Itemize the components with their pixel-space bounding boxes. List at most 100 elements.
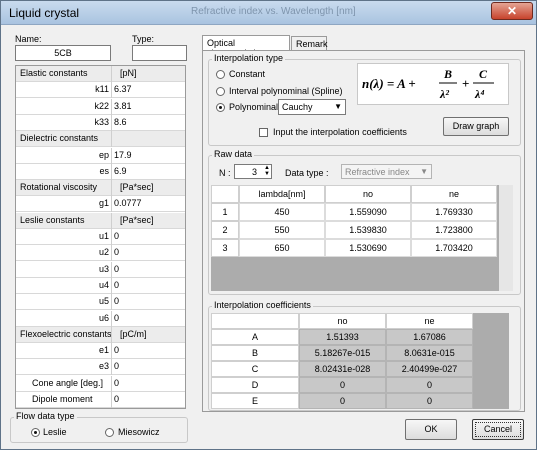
- table-cell[interactable]: 650: [239, 239, 325, 257]
- coefficient-cell[interactable]: 0: [386, 377, 473, 393]
- leslie-radio[interactable]: [31, 428, 40, 437]
- row-header[interactable]: 1: [211, 203, 239, 221]
- ok-button[interactable]: OK: [405, 419, 457, 440]
- close-button[interactable]: ✕: [491, 2, 533, 20]
- parameter-value[interactable]: 0.0777: [114, 198, 142, 208]
- coefficient-cell[interactable]: 1.67086: [386, 329, 473, 345]
- parameter-group-label: Flexoelectric constants: [20, 328, 112, 339]
- parameter-row[interactable]: u1 0: [16, 229, 185, 245]
- row-header[interactable]: 3: [211, 239, 239, 257]
- table-cell[interactable]: 1.723800: [411, 221, 497, 239]
- table-cell[interactable]: 1.539830: [325, 221, 411, 239]
- parameter-value[interactable]: 0: [114, 296, 119, 306]
- raw-data-scroll-area[interactable]: [499, 185, 513, 291]
- coefficient-cell[interactable]: 8.0631e-015: [386, 345, 473, 361]
- polynominal-model-select[interactable]: Cauchy ▼: [278, 99, 346, 115]
- column-header[interactable]: no: [325, 185, 411, 203]
- coefficient-cell[interactable]: 5.18267e-015: [299, 345, 386, 361]
- parameter-value[interactable]: 0: [114, 264, 119, 274]
- coefficient-cell[interactable]: 8.02431e-028: [299, 361, 386, 377]
- spinner-up-down-icon[interactable]: ▲ ▼: [264, 165, 270, 177]
- parameter-row[interactable]: u3 0: [16, 261, 185, 278]
- parameter-value[interactable]: 0: [114, 345, 119, 355]
- miesowicz-label: Miesowicz: [118, 427, 160, 437]
- parameter-row[interactable]: u4 0: [16, 277, 185, 294]
- parameter-row[interactable]: es 6.9: [16, 163, 185, 180]
- table-cell[interactable]: 1.530690: [325, 239, 411, 257]
- coefficient-cell[interactable]: 0: [386, 393, 473, 409]
- parameter-row[interactable]: k22 3.81: [16, 98, 185, 115]
- parameter-unit: [pN]: [120, 68, 137, 78]
- column-divider: [111, 131, 112, 148]
- row-header[interactable]: 2: [211, 221, 239, 239]
- parameter-value[interactable]: 0: [114, 247, 119, 257]
- parameter-key: u2: [98, 247, 109, 258]
- coefficient-cell[interactable]: 1.51393: [299, 329, 386, 345]
- parameter-row[interactable]: k11 6.37: [16, 82, 185, 99]
- title-bar[interactable]: Liquid crystal Refractive index vs. Wave…: [1, 1, 536, 25]
- background-window-title: Refractive index vs. Wavelength [nm]: [191, 6, 356, 17]
- parameter-table: Elastic constants [pN] k11 6.37 k22 3.81 k33 8.…: [15, 65, 186, 409]
- parameter-value[interactable]: 8.6: [114, 117, 127, 127]
- type-field[interactable]: [132, 45, 187, 61]
- polynominal-label: Polynominal: [229, 102, 279, 112]
- parameter-value[interactable]: 0: [114, 378, 119, 388]
- parameter-value[interactable]: 3.81: [114, 101, 132, 111]
- input-coefficients-checkbox[interactable]: [259, 128, 268, 137]
- parameter-row[interactable]: e3 0: [16, 359, 185, 376]
- parameter-row[interactable]: u6 0: [16, 310, 185, 327]
- column-divider: [111, 114, 112, 131]
- parameter-value[interactable]: 0: [114, 394, 119, 404]
- cancel-button[interactable]: Cancel: [472, 419, 524, 440]
- parameter-key: k22: [94, 100, 109, 111]
- coefficient-cell[interactable]: 2.40499e-027: [386, 361, 473, 377]
- spline-radio[interactable]: [216, 87, 225, 96]
- coefficient-cell[interactable]: 0: [299, 393, 386, 409]
- table-cell[interactable]: 1.703420: [411, 239, 497, 257]
- column-header[interactable]: lambda[nm]: [239, 185, 325, 203]
- table-cell[interactable]: 1.769330: [411, 203, 497, 221]
- parameter-key: e3: [98, 361, 109, 372]
- row-header: D: [211, 377, 299, 393]
- n-stepper[interactable]: 3 ▲ ▼: [234, 164, 272, 179]
- parameter-row[interactable]: u2 0: [16, 245, 185, 262]
- parameter-value[interactable]: 0: [114, 313, 119, 323]
- parameter-row[interactable]: ep 17.9: [16, 147, 185, 164]
- column-header[interactable]: ne: [411, 185, 497, 203]
- parameter-key: u5: [98, 296, 109, 307]
- parameter-value[interactable]: 6.37: [114, 84, 132, 94]
- coefficient-cell[interactable]: 0: [299, 377, 386, 393]
- parameter-row[interactable]: u5 0: [16, 294, 185, 311]
- parameter-row[interactable]: Dipole moment 0: [16, 392, 185, 408]
- miesowicz-radio[interactable]: [105, 428, 114, 437]
- parameter-row[interactable]: g1 0.0777: [16, 196, 185, 213]
- cauchy-formula: n(λ) = A + B λ² + C λ⁴: [357, 63, 509, 105]
- parameter-value[interactable]: 17.9: [114, 150, 132, 160]
- column-divider: [111, 310, 112, 327]
- parameter-value[interactable]: 6.9: [114, 166, 127, 176]
- data-type-label: Data type :: [285, 168, 329, 178]
- table-cell[interactable]: 450: [239, 203, 325, 221]
- tab-optical-characteristic[interactable]: Optical characteristic: [202, 35, 290, 58]
- svg-text:+: +: [462, 76, 469, 91]
- parameter-value[interactable]: 0: [114, 361, 119, 371]
- parameter-row[interactable]: k33 8.6: [16, 114, 185, 131]
- parameter-value[interactable]: 0: [114, 280, 119, 290]
- parameter-key: u4: [98, 279, 109, 290]
- name-label: Name:: [15, 34, 42, 44]
- parameter-row[interactable]: e1 0: [16, 343, 185, 360]
- polynominal-radio[interactable]: [216, 103, 225, 112]
- parameter-group-label: Rotational viscosity: [20, 182, 98, 193]
- table-cell[interactable]: 1.559090: [325, 203, 411, 221]
- name-field[interactable]: 5CB: [15, 45, 111, 61]
- column-divider: [111, 212, 112, 229]
- constant-radio[interactable]: [216, 70, 225, 79]
- data-type-select[interactable]: Refractive index ▼: [341, 164, 432, 179]
- raw-data-grid[interactable]: lambda[nm] no ne 1 450 1.559090 1.769330 2 550 1.…: [211, 185, 499, 291]
- parameter-row[interactable]: Cone angle [deg.] 0: [16, 375, 185, 392]
- draw-graph-button[interactable]: Draw graph: [443, 117, 509, 136]
- parameter-value[interactable]: 0: [114, 231, 119, 241]
- tab-remark[interactable]: Remark: [291, 36, 328, 50]
- svg-text:λ²: λ²: [439, 87, 449, 101]
- table-cell[interactable]: 550: [239, 221, 325, 239]
